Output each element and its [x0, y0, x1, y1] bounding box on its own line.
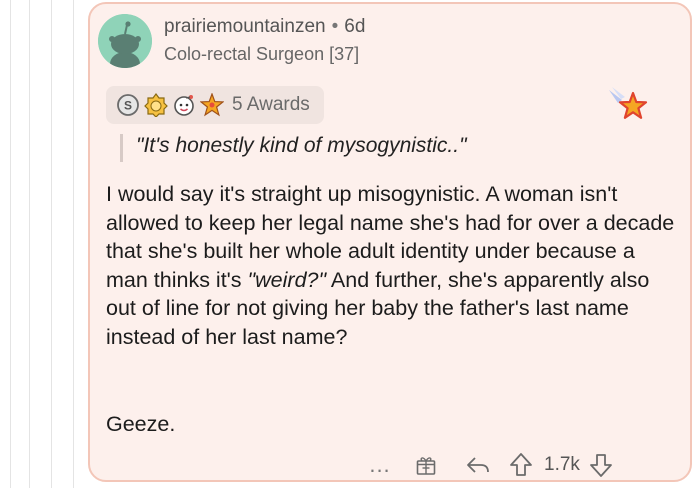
- vote-count: 1.7k: [544, 454, 580, 475]
- quoted-text: "It's honestly kind of mysogynistic..": [136, 134, 467, 157]
- quote-bar: [120, 134, 123, 162]
- downvote-button[interactable]: [586, 452, 616, 478]
- avatar[interactable]: [98, 14, 152, 68]
- give-award-star-icon[interactable]: [606, 84, 650, 128]
- comment-author-line: prairiemountainzen • 6d: [164, 16, 365, 38]
- thread-line: [29, 0, 30, 488]
- comment-card: prairiemountainzen • 6d Colo-rectal Surgeo…: [88, 2, 692, 482]
- svg-text:S: S: [124, 99, 132, 113]
- reply-button[interactable]: [452, 453, 504, 477]
- thread-line: [73, 0, 74, 488]
- awards-count-label: 5 Awards: [232, 94, 310, 115]
- user-flair: Colo-rectal Surgeon [37]: [164, 44, 360, 64]
- reply-arrow-icon: [467, 457, 489, 473]
- comment-actions: ... 1.7k: [360, 447, 616, 483]
- award-button[interactable]: [400, 453, 452, 477]
- thread-lines: [0, 0, 90, 488]
- thread-line: [51, 0, 52, 488]
- silver-award-icon: S: [117, 94, 139, 116]
- username-link[interactable]: prairiemountainzen: [164, 16, 326, 37]
- downvote-arrow-icon: [590, 454, 612, 477]
- gift-icon: [416, 457, 436, 475]
- meta-separator: •: [331, 16, 339, 37]
- comment-body: I would say it's straight up misogynisti…: [106, 180, 676, 351]
- wholesome-award-icon: [174, 95, 194, 116]
- thread-line: [10, 0, 11, 488]
- awards-bar[interactable]: S 5 Awards: [106, 86, 324, 124]
- gold-medal-award-icon: [144, 93, 168, 117]
- snoo-avatar-icon: [98, 14, 152, 68]
- upvote-arrow-icon: [510, 453, 532, 476]
- more-options-button[interactable]: ...: [360, 452, 400, 478]
- comment-closing: Geeze.: [106, 412, 176, 436]
- upvote-button[interactable]: [504, 452, 538, 478]
- rocket-like-award-icon: [200, 93, 224, 117]
- comment-body-emphasis: "weird?": [247, 267, 327, 292]
- comment-age: 6d: [344, 16, 366, 37]
